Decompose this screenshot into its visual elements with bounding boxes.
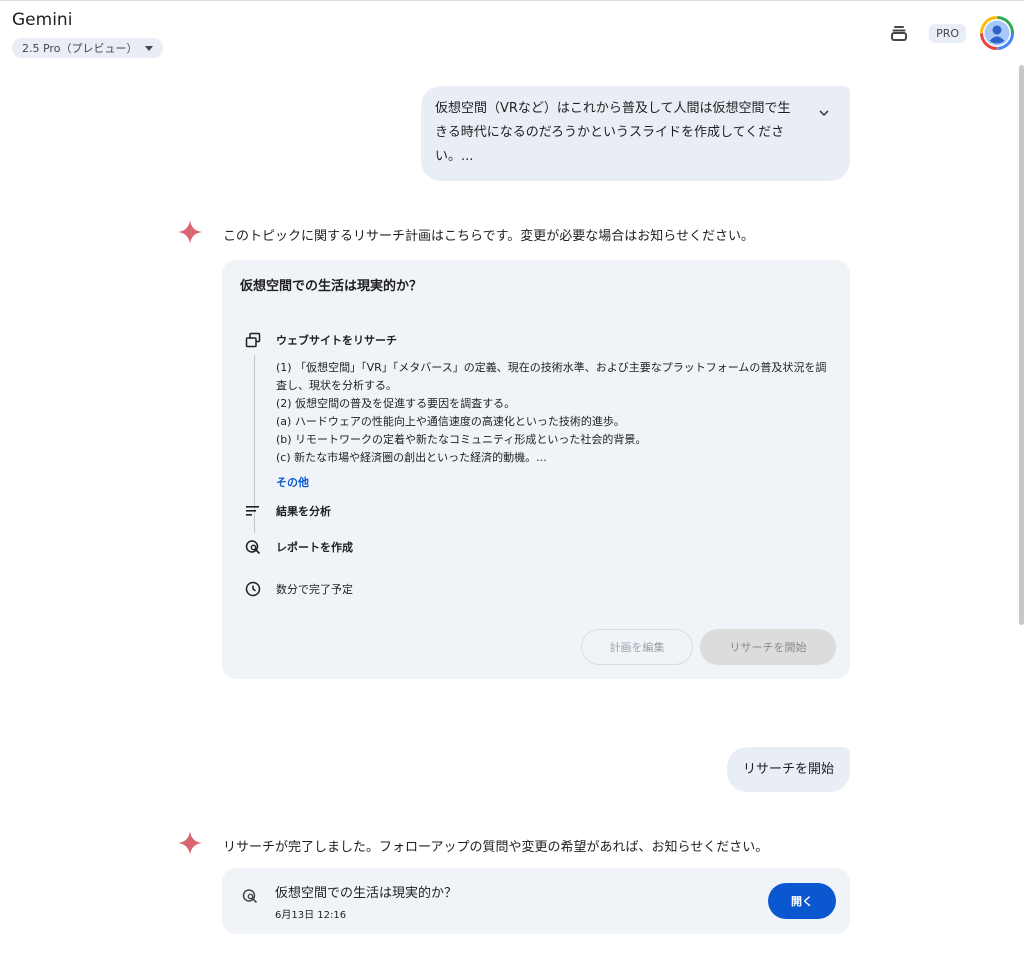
gemini-app: Gemini 2.5 Pro（プレビュー） PRO 仮想空間（VRなど）はこれか… xyxy=(0,0,1024,978)
step-analyze-label: 結果を分析 xyxy=(276,505,331,518)
step-research: ウェブサイトをリサーチ xyxy=(244,331,397,349)
pro-badge[interactable]: PRO xyxy=(929,23,966,43)
step-eta: 数分で完了予定 xyxy=(244,580,353,598)
avatar-icon xyxy=(980,16,1014,50)
report-search-icon xyxy=(242,888,258,908)
gemini-sparkle-icon xyxy=(178,220,202,244)
model-selector[interactable]: 2.5 Pro（プレビュー） xyxy=(12,38,164,58)
detail-line: (c) 新たな市場や経済圏の創出といった経済的動機。... xyxy=(276,451,547,464)
start-research-button[interactable]: リサーチを開始 xyxy=(700,629,836,665)
step-report: レポートを作成 xyxy=(244,538,353,556)
step-research-label: ウェブサイトをリサーチ xyxy=(276,334,397,347)
response-done: リサーチが完了しました。フォローアップの質問や変更の希望があれば、お知らせくださ… xyxy=(223,840,769,855)
detail-line: (b) リモートワークの定着や新たなコミュニティ形成といった社会的背景。 xyxy=(276,433,647,446)
detail-line: (1) 「仮想空間」「VR」「メタバース」の定義、現在の技術水準、および主要なプ… xyxy=(276,361,827,392)
report-card[interactable]: 仮想空間での生活は現実的か？ 6月13日 12:16 開く xyxy=(222,868,850,934)
report-title: 仮想空間での生活は現実的か？ xyxy=(275,886,458,901)
history-icon[interactable] xyxy=(883,17,915,49)
report-search-icon xyxy=(244,538,262,556)
clock-icon xyxy=(244,580,262,598)
research-plan-card: 仮想空間での生活は現実的か？ ウェブサイトをリサーチ (1) 「仮想空間」「VR… xyxy=(222,260,850,679)
more-link[interactable]: その他 xyxy=(276,474,309,490)
open-report-button[interactable]: 開く xyxy=(768,883,836,919)
avatar[interactable] xyxy=(980,16,1014,50)
step-report-label: レポートを作成 xyxy=(276,541,353,554)
header-actions: PRO xyxy=(883,16,1014,50)
caret-down-icon xyxy=(145,45,154,51)
plan-title: 仮想空間での生活は現実的か？ xyxy=(240,279,423,294)
user-prompt-text: 仮想空間（VRなど）はこれから普及して人間は仮想空間で生きる時代になるのだろうか… xyxy=(435,101,791,164)
user-prompt-bubble: 仮想空間（VRなど）はこれから普及して人間は仮想空間で生きる時代になるのだろうか… xyxy=(421,86,850,181)
scrollbar[interactable] xyxy=(1019,65,1024,625)
step-analyze: 結果を分析 xyxy=(244,502,331,520)
chevron-down-icon[interactable] xyxy=(818,104,830,128)
research-step-details: (1) 「仮想空間」「VR」「メタバース」の定義、現在の技術水準、および主要なプ… xyxy=(276,359,836,467)
model-label: 2.5 Pro（プレビュー） xyxy=(22,42,138,55)
detail-line: (a) ハードウェアの性能向上や通信速度の高速化といった技術的進歩。 xyxy=(276,415,625,428)
detail-line: (2) 仮想空間の普及を促進する要因を調査する。 xyxy=(276,397,516,410)
eta-label: 数分で完了予定 xyxy=(276,583,353,596)
edit-plan-button[interactable]: 計画を編集 xyxy=(581,629,693,665)
user-reply-bubble: リサーチを開始 xyxy=(726,747,850,792)
web-pages-icon xyxy=(244,331,262,349)
report-date: 6月13日 12:16 xyxy=(275,910,347,921)
app-title: Gemini xyxy=(12,10,73,30)
gemini-sparkle-icon xyxy=(178,831,202,855)
analyze-lines-icon xyxy=(244,502,262,520)
response-intro: このトピックに関するリサーチ計画はこちらです。変更が必要な場合はお知らせください… xyxy=(223,229,755,244)
